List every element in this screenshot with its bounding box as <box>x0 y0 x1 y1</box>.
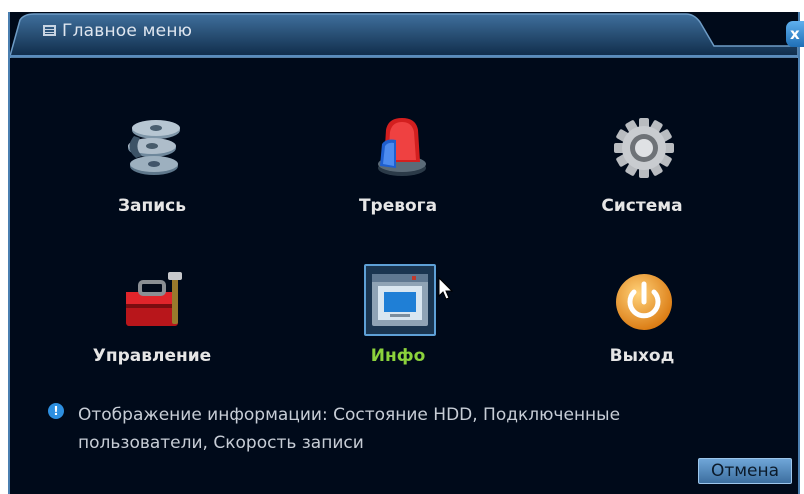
title-bar: Главное меню x <box>10 12 804 58</box>
mouse-cursor-icon <box>438 277 454 300</box>
menu-label-record: Запись <box>117 196 187 216</box>
close-button[interactable]: x <box>786 21 804 47</box>
menu-grid-icon <box>43 25 56 36</box>
info-description: Отображение информации: Состояние HDD, П… <box>78 405 621 453</box>
cancel-button[interactable]: Отмена <box>698 458 792 484</box>
info-window-icon <box>372 274 428 326</box>
alarm-siren-icon <box>378 118 426 176</box>
main-menu-window: Главное меню x Запись Тревога Система Уп… <box>8 12 804 494</box>
gear-icon <box>614 118 674 178</box>
window-title: Главное меню <box>62 21 193 41</box>
menu-label-exit: Выход <box>609 346 675 366</box>
menu-label-info: Инфо <box>370 346 426 366</box>
menu-label-alarm: Тревога <box>358 196 438 216</box>
film-reels-icon <box>128 120 180 175</box>
menu-label-system: Система <box>601 196 683 216</box>
power-icon <box>616 274 672 330</box>
menu-label-management: Управление <box>92 346 212 366</box>
info-icon: ! <box>48 403 64 419</box>
toolbox-icon <box>126 272 182 326</box>
